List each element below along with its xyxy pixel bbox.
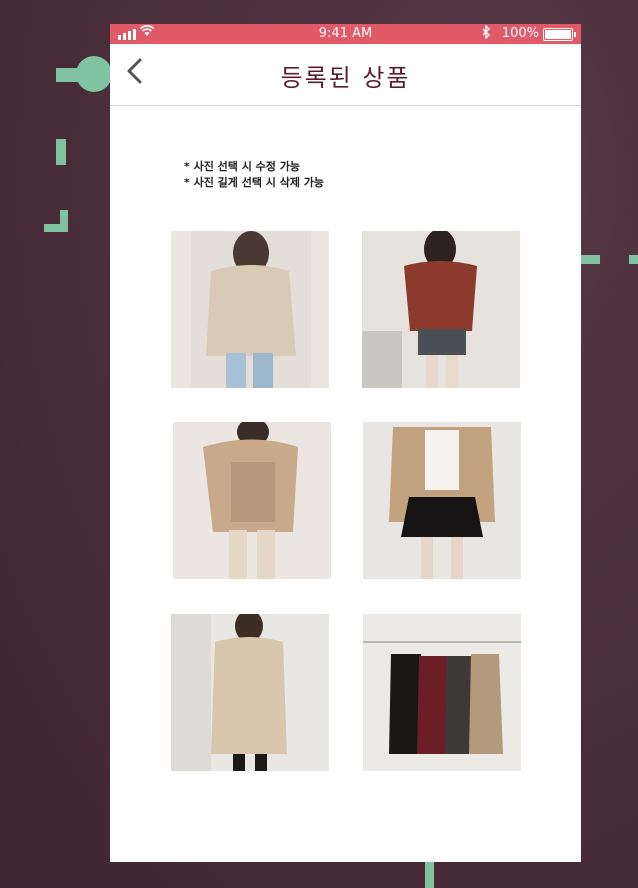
decor-dash	[629, 255, 638, 264]
navigation-bar: 등록된 상품	[110, 44, 581, 106]
product-thumbnail[interactable]	[362, 231, 520, 388]
battery-icon	[543, 28, 576, 41]
page-title: 등록된 상품	[280, 64, 411, 92]
note-edit: * 사진 선택 시 수정 가능	[184, 160, 300, 173]
phone-screen: 9:41 AM 100% 등록된 상품 * 사진 선택 시 수정 가능 * 사진…	[110, 24, 581, 862]
decor-corner-h	[44, 224, 68, 232]
decor-dash	[56, 139, 66, 165]
bluetooth-icon	[481, 24, 491, 43]
product-thumbnail[interactable]	[363, 422, 521, 579]
status-bar: 9:41 AM 100%	[110, 24, 581, 44]
decor-dot	[76, 56, 112, 92]
product-thumbnail[interactable]	[171, 231, 329, 388]
decor-bar	[56, 68, 78, 82]
product-thumbnail[interactable]	[363, 614, 521, 771]
battery-percent: 100%	[501, 26, 539, 41]
product-thumbnail[interactable]	[171, 614, 329, 771]
decor-dash	[578, 255, 600, 264]
note-delete: * 사진 길게 선택 시 삭제 가능	[184, 176, 325, 189]
help-notes: * 사진 선택 시 수정 가능 * 사진 길게 선택 시 삭제 가능	[184, 159, 324, 191]
product-thumbnail[interactable]	[173, 422, 331, 579]
decor-dash	[425, 862, 434, 888]
